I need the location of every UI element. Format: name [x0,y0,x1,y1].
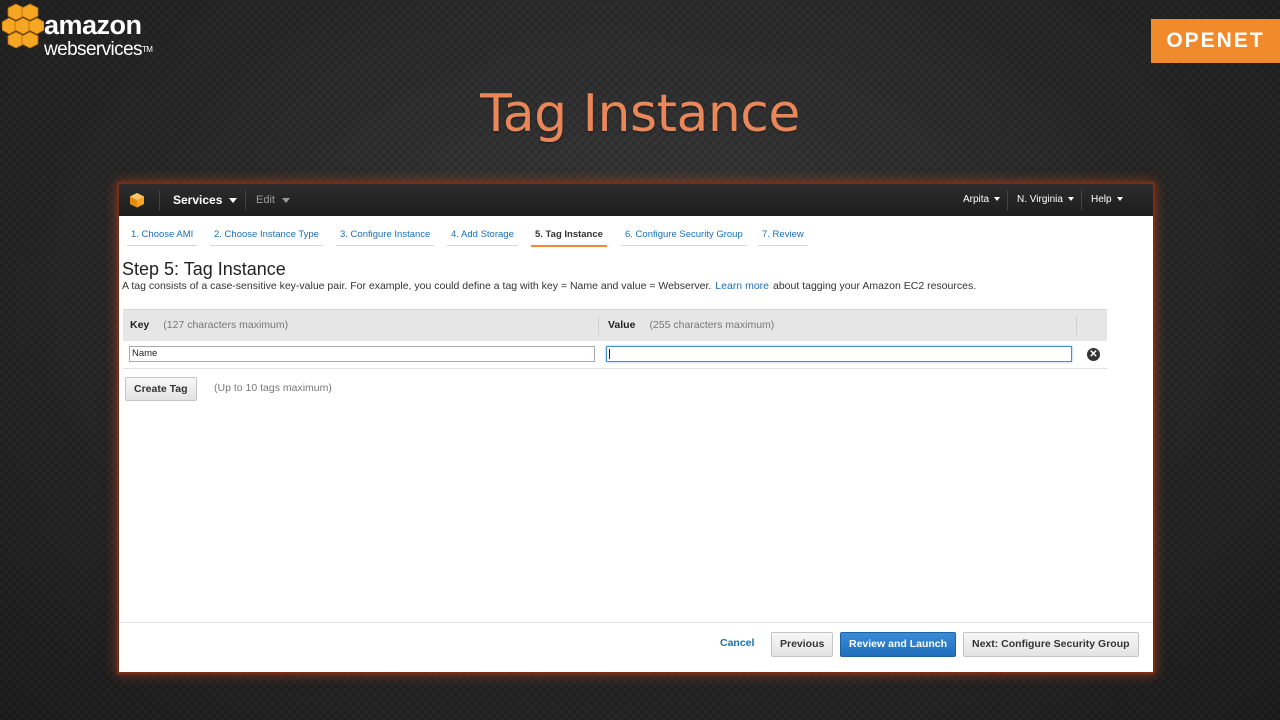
tab-review[interactable]: 7. Review [758,224,808,246]
value-column-header: Value (255 characters maximum) [608,319,775,331]
console-screenshot: Services Edit Arpita N. Virginia Help 1.… [119,184,1153,672]
tag-table-header: Key (127 characters maximum) Value (255 ch… [123,309,1107,341]
chevron-down-icon [994,197,1001,202]
tab-add-storage[interactable]: 4. Add Storage [447,224,518,246]
cancel-button[interactable]: Cancel [716,632,758,655]
tab-configure-security-group[interactable]: 6. Configure Security Group [621,224,747,246]
tag-key-input[interactable]: Name [129,346,595,362]
chevron-down-icon [281,197,290,203]
aws-logo: amazon webservicesTM [2,2,162,62]
next-configure-security-group-button[interactable]: Next: Configure Security Group [963,632,1139,657]
footer-divider [119,622,1153,623]
review-and-launch-button[interactable]: Review and Launch [840,632,957,657]
openet-logo: OPENET [1151,19,1280,63]
text-cursor [609,349,610,359]
step-title: Step 5: Tag Instance [122,259,286,279]
tag-value-input[interactable] [606,346,1072,362]
aws-cubes-icon [2,3,44,49]
nav-divider [1081,190,1082,210]
aws-wordmark-webservices: webservicesTM [44,39,153,60]
tab-choose-ami[interactable]: 1. Choose AMI [127,224,198,246]
remove-circle-icon[interactable]: ✕ [1087,348,1100,361]
console-top-nav: Services Edit Arpita N. Virginia Help [119,184,1153,216]
help-menu[interactable]: Help [1091,184,1123,216]
nav-divider [245,190,246,210]
column-divider [598,316,599,335]
chevron-down-icon [229,198,238,204]
create-tag-button[interactable]: Create Tag [125,377,197,401]
chevron-down-icon [1116,197,1123,202]
tab-choose-instance-type[interactable]: 2. Choose Instance Type [210,224,323,246]
aws-cube-icon [130,193,144,208]
user-menu[interactable]: Arpita [963,184,1001,216]
edit-menu[interactable]: Edit [256,184,290,216]
aws-wordmark-amazon: amazon [44,10,142,40]
nav-divider [159,190,160,210]
step-description: A tag consists of a case-sensitive key-v… [122,280,977,292]
nav-divider [1007,190,1008,210]
column-divider [1076,316,1077,335]
tab-configure-instance[interactable]: 3. Configure Instance [336,224,435,246]
slide-title: Tag Instance [480,84,800,144]
chevron-down-icon [1067,197,1074,202]
table-row: Name ✕ [123,340,1107,369]
services-menu[interactable]: Services [173,184,238,216]
tab-tag-instance[interactable]: 5. Tag Instance [531,224,607,247]
region-menu[interactable]: N. Virginia [1017,184,1074,216]
previous-button[interactable]: Previous [771,632,834,657]
key-column-header: Key (127 characters maximum) [130,319,289,331]
learn-more-link[interactable]: Learn more [715,280,769,292]
create-tag-hint: (Up to 10 tags maximum) [214,382,332,394]
